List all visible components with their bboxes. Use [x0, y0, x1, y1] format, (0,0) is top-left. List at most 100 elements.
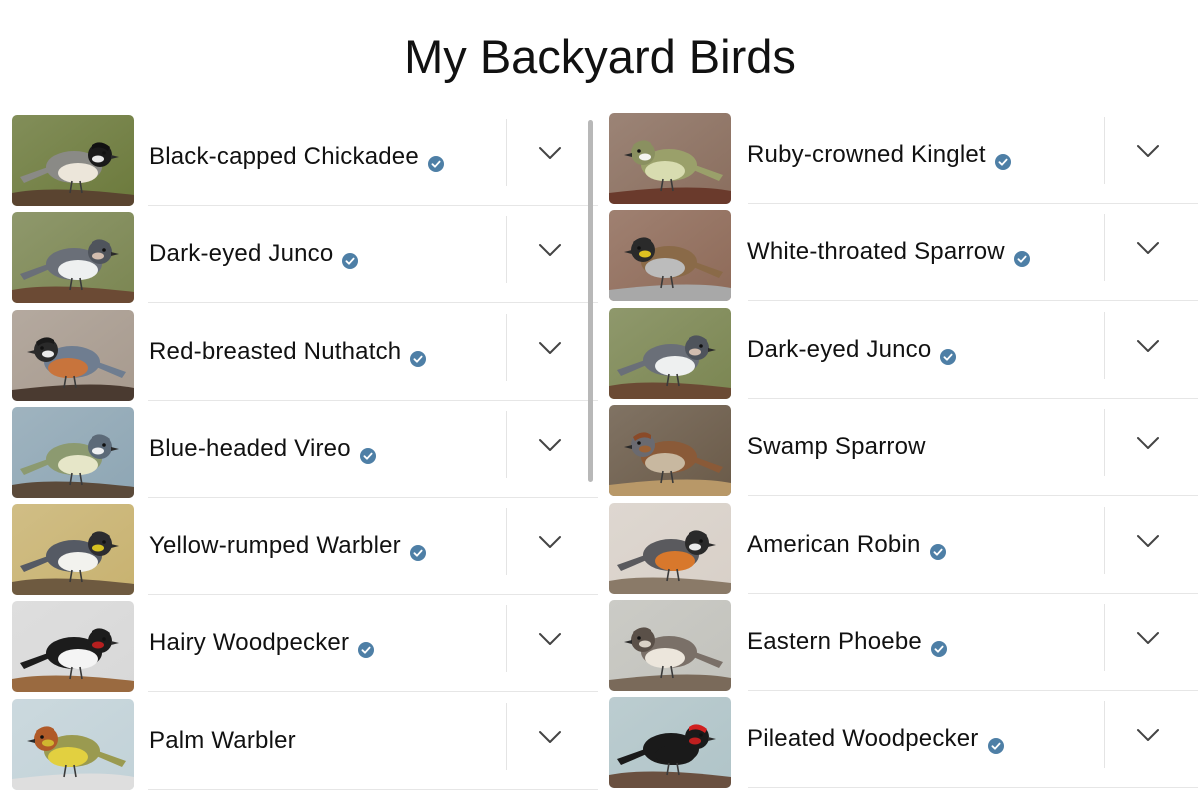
chevron-down-icon[interactable]	[1134, 628, 1162, 648]
bird-photo	[12, 699, 134, 790]
row-divider	[148, 789, 598, 790]
bird-name-label: Yellow-rumped Warbler	[149, 532, 401, 559]
list-item[interactable]: Yellow-rumped Warbler	[0, 498, 598, 595]
right-bird-list: Ruby-crowned Kinglet White-throated Spar…	[598, 0, 1198, 799]
bird-photo	[609, 113, 731, 204]
bird-photo	[609, 600, 731, 691]
verified-badge-icon	[929, 538, 946, 560]
verified-badge-icon	[342, 247, 359, 269]
left-bird-list: Black-capped Chickadee Dark-eyed Junco R…	[0, 0, 598, 799]
chevron-down-icon[interactable]	[1134, 336, 1162, 356]
bird-name: Hairy Woodpecker	[149, 628, 375, 658]
bird-photo	[12, 310, 134, 401]
bird-name-label: Pileated Woodpecker	[747, 725, 979, 752]
bird-photo	[12, 504, 134, 595]
bird-name: American Robin	[747, 530, 946, 560]
bird-name-label: Black-capped Chickadee	[149, 143, 419, 170]
verified-badge-icon	[994, 148, 1011, 170]
chevron-down-icon[interactable]	[1134, 238, 1162, 258]
list-item[interactable]: Dark-eyed Junco	[0, 206, 598, 303]
bird-photo	[609, 503, 731, 594]
bird-name-label: Blue-headed Vireo	[149, 435, 351, 462]
list-item[interactable]: Swamp Sparrow	[598, 399, 1198, 496]
bird-photo	[12, 601, 134, 692]
row-separator	[1104, 117, 1105, 184]
bird-name-label: Palm Warbler	[149, 727, 296, 754]
bird-name-label: Dark-eyed Junco	[149, 240, 334, 267]
bird-photo	[609, 308, 731, 399]
chevron-down-icon[interactable]	[1134, 433, 1162, 453]
verified-badge-icon	[930, 635, 947, 657]
bird-name: Pileated Woodpecker	[747, 724, 1004, 754]
bird-name-label: Swamp Sparrow	[747, 433, 926, 460]
list-item[interactable]: White-throated Sparrow	[598, 204, 1198, 301]
list-item[interactable]: Blue-headed Vireo	[0, 401, 598, 498]
bird-photo	[12, 407, 134, 498]
bird-photo	[12, 115, 134, 206]
bird-name: Eastern Phoebe	[747, 627, 947, 657]
bird-name: Ruby-crowned Kinglet	[747, 140, 1011, 170]
chevron-down-icon[interactable]	[536, 143, 564, 163]
bird-name-label: White-throated Sparrow	[747, 238, 1005, 265]
bird-name: White-throated Sparrow	[747, 237, 1030, 267]
row-separator	[1104, 604, 1105, 671]
row-separator	[1104, 214, 1105, 281]
row-separator	[1104, 312, 1105, 379]
bird-name: Yellow-rumped Warbler	[149, 531, 426, 561]
bird-name-label: Ruby-crowned Kinglet	[747, 141, 986, 168]
verified-badge-icon	[410, 345, 427, 367]
bird-name: Red-breasted Nuthatch	[149, 337, 427, 367]
list-item[interactable]: Dark-eyed Junco	[598, 302, 1198, 399]
chevron-down-icon[interactable]	[1134, 531, 1162, 551]
row-separator	[506, 508, 507, 575]
bird-name: Swamp Sparrow	[747, 432, 926, 462]
chevron-down-icon[interactable]	[536, 629, 564, 649]
row-divider	[748, 300, 1198, 301]
bird-name-label: Red-breasted Nuthatch	[149, 338, 402, 365]
list-item[interactable]: Pileated Woodpecker	[598, 691, 1198, 788]
chevron-down-icon[interactable]	[536, 532, 564, 552]
row-divider	[148, 302, 598, 303]
verified-badge-icon	[987, 732, 1004, 754]
verified-badge-icon	[409, 539, 426, 561]
row-separator	[1104, 507, 1105, 574]
chevron-down-icon[interactable]	[536, 338, 564, 358]
bird-photo	[609, 210, 731, 301]
chevron-down-icon[interactable]	[536, 240, 564, 260]
verified-badge-icon	[358, 636, 375, 658]
row-separator	[506, 605, 507, 672]
bird-name: Palm Warbler	[149, 726, 296, 756]
scrollbar[interactable]	[588, 120, 593, 482]
list-item[interactable]: Red-breasted Nuthatch	[0, 304, 598, 401]
list-item[interactable]: American Robin	[598, 497, 1198, 594]
bird-photo	[609, 405, 731, 496]
chevron-down-icon[interactable]	[536, 727, 564, 747]
row-separator	[506, 314, 507, 381]
bird-name-label: Eastern Phoebe	[747, 628, 922, 655]
row-divider	[748, 787, 1198, 788]
list-item[interactable]: Black-capped Chickadee	[0, 109, 598, 206]
row-separator	[1104, 701, 1105, 768]
verified-badge-icon	[1013, 245, 1030, 267]
chevron-down-icon[interactable]	[1134, 141, 1162, 161]
chevron-down-icon[interactable]	[536, 435, 564, 455]
bird-name-label: Dark-eyed Junco	[747, 336, 932, 363]
row-divider	[748, 495, 1198, 496]
row-divider	[148, 691, 598, 692]
verified-badge-icon	[427, 150, 444, 172]
bird-name: Blue-headed Vireo	[149, 434, 376, 464]
verified-badge-icon	[940, 343, 957, 365]
list-item[interactable]: Palm Warbler	[0, 693, 598, 790]
list-item[interactable]: Ruby-crowned Kinglet	[598, 107, 1198, 204]
bird-photo	[12, 212, 134, 303]
verified-badge-icon	[359, 442, 376, 464]
bird-photo	[609, 697, 731, 788]
list-item[interactable]: Hairy Woodpecker	[0, 595, 598, 692]
bird-name-label: Hairy Woodpecker	[149, 629, 350, 656]
row-separator	[506, 119, 507, 186]
bird-name-label: American Robin	[747, 531, 921, 558]
chevron-down-icon[interactable]	[1134, 725, 1162, 745]
row-separator	[506, 411, 507, 478]
list-item[interactable]: Eastern Phoebe	[598, 594, 1198, 691]
row-separator	[1104, 409, 1105, 476]
